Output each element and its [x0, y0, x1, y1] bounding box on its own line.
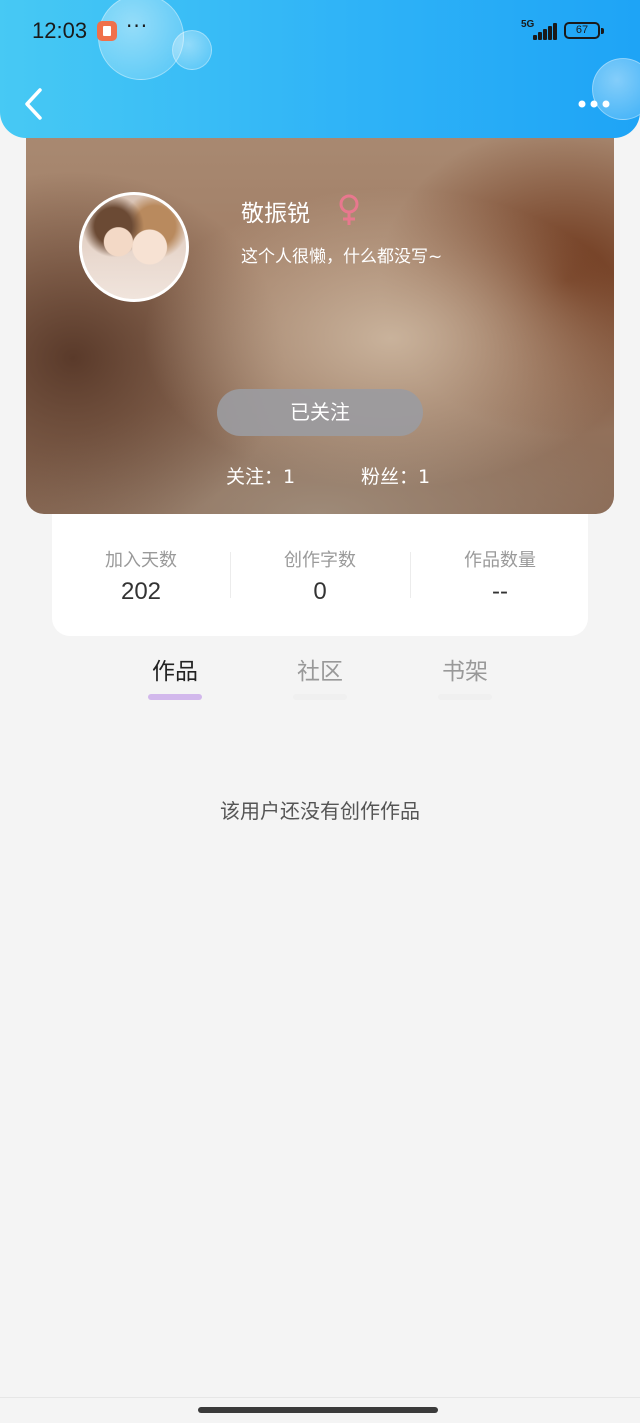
- tab-label: 书架: [442, 659, 488, 685]
- status-time: 12:03: [32, 18, 88, 43]
- tab-label: 作品: [152, 659, 198, 685]
- signal-icon: [533, 22, 557, 40]
- female-icon: [339, 194, 359, 225]
- username: 敬振锐: [241, 201, 310, 227]
- stat-join-days: 加入天数 202: [52, 546, 230, 606]
- stat-label: 加入天数: [105, 550, 177, 571]
- back-button[interactable]: [18, 84, 54, 124]
- tab-bookshelf[interactable]: 书架: [420, 652, 510, 700]
- stat-value: 0: [313, 578, 327, 605]
- stat-works-count: 作品数量 --: [411, 546, 589, 606]
- more-notifications-icon: ···: [126, 14, 149, 38]
- tab-active-indicator: [148, 694, 202, 700]
- stat-value: 202: [120, 578, 162, 605]
- stat-label: 作品数量: [464, 550, 536, 571]
- more-dots-icon: [578, 100, 610, 108]
- bottom-divider: [0, 1397, 640, 1398]
- avatar[interactable]: [79, 192, 189, 302]
- tab-indicator: [293, 694, 347, 700]
- home-indicator[interactable]: [198, 1407, 438, 1413]
- top-header: 12:03 ··· 5G 67: [0, 0, 640, 138]
- chevron-left-icon: [25, 88, 42, 120]
- more-options-button[interactable]: [574, 92, 614, 116]
- stat-word-count: 创作字数 0: [231, 546, 409, 606]
- profile-card: 敬振锐 这个人很懒，什么都没写~ 已关注 关注：1 粉丝：1: [26, 124, 614, 514]
- stat-value: --: [492, 578, 508, 605]
- tab-indicator: [438, 694, 492, 700]
- tab-works[interactable]: 作品: [130, 652, 220, 700]
- status-bar: 12:03 ··· 5G 67: [0, 0, 640, 62]
- battery-icon: 67: [564, 22, 604, 39]
- tab-community[interactable]: 社区: [275, 652, 365, 700]
- stats-card: 加入天数 202 创作字数 0 作品数量 --: [52, 514, 588, 636]
- empty-state-message: 该用户还没有创作作品: [220, 799, 420, 823]
- followed-button[interactable]: 已关注: [217, 389, 423, 436]
- tab-label: 社区: [297, 659, 343, 685]
- notification-app-icon: [97, 21, 117, 41]
- following-count[interactable]: 关注：1: [226, 462, 295, 489]
- stat-label: 创作字数: [284, 550, 356, 571]
- user-bio: 这个人很懒，什么都没写~: [241, 247, 443, 267]
- followers-count[interactable]: 粉丝：1: [361, 462, 430, 489]
